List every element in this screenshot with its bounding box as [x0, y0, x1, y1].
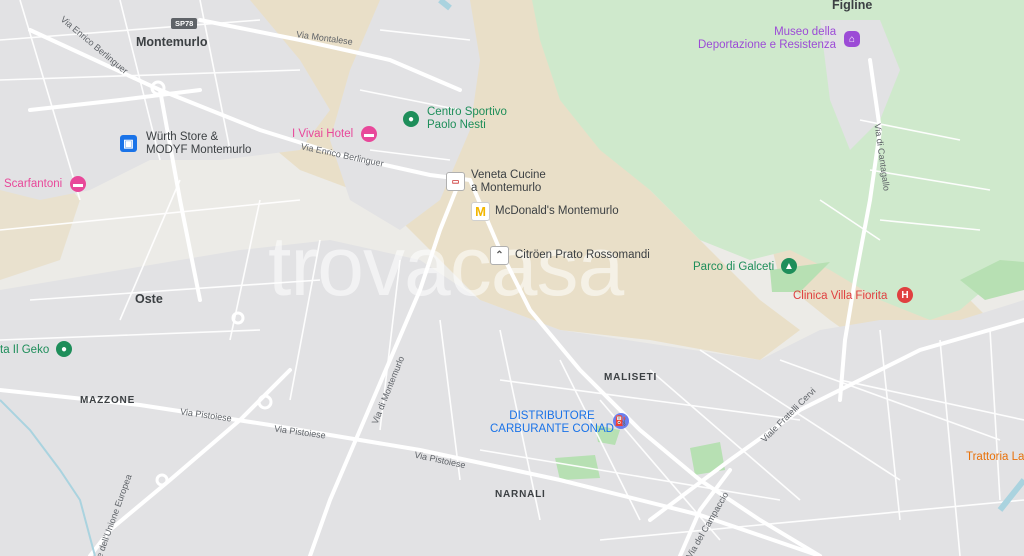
poi-label-parco-galceti[interactable]: Parco di Galceti: [693, 261, 774, 274]
fuel-icon[interactable]: ⛽: [613, 413, 629, 429]
hospital-icon[interactable]: H: [897, 287, 913, 303]
map-canvas[interactable]: trovacasa Figline Montemurlo Oste MAZZON…: [0, 0, 1024, 556]
poi-label-scarfantoni[interactable]: Scarfantoni: [4, 178, 62, 191]
place-label-figline[interactable]: Figline: [832, 0, 872, 12]
poi-label-centro-sportivo[interactable]: Centro Sportivo Paolo Nesti: [427, 106, 507, 132]
shopping-bag-icon[interactable]: ▣: [120, 135, 137, 152]
place-label-narnali[interactable]: NARNALI: [495, 489, 546, 501]
poi-label-museo[interactable]: Museo della Deportazione e Resistenza: [698, 26, 836, 52]
park-icon[interactable]: ●: [56, 341, 72, 357]
road-shield-sp78: SP78: [171, 18, 198, 29]
poi-label-trattoria[interactable]: Trattoria La: [966, 451, 1024, 464]
watermark: trovacasa: [268, 219, 624, 313]
tree-icon[interactable]: ▲: [781, 258, 797, 274]
place-label-maliseti[interactable]: MALISETI: [604, 372, 657, 384]
museum-icon[interactable]: ⌂: [844, 31, 860, 47]
place-label-montemurlo[interactable]: Montemurlo: [136, 35, 208, 49]
hotel-icon[interactable]: ▬: [361, 126, 377, 142]
place-label-oste[interactable]: Oste: [135, 292, 163, 306]
poi-label-geko[interactable]: ta Il Geko: [0, 344, 49, 357]
poi-label-veneta-cucine[interactable]: Veneta Cucine a Montemurlo: [471, 169, 546, 195]
park-icon[interactable]: ●: [403, 111, 419, 127]
poi-label-citroen[interactable]: Citröen Prato Rossomandi: [515, 249, 650, 262]
poi-label-vivai-hotel[interactable]: I Vivai Hotel: [292, 128, 353, 141]
bed-icon[interactable]: ▬: [70, 176, 86, 192]
poi-label-conad[interactable]: DISTRIBUTORE CARBURANTE CONAD: [490, 410, 614, 436]
citroen-logo-icon[interactable]: ⌃: [490, 246, 509, 265]
poi-label-mcdonalds[interactable]: McDonald's Montemurlo: [495, 205, 619, 218]
poi-label-clinica[interactable]: Clinica Villa Fiorita: [793, 290, 887, 303]
mcdonalds-logo-icon[interactable]: M: [471, 202, 490, 221]
place-label-mazzone[interactable]: MAZZONE: [80, 395, 135, 407]
poi-label-wurth[interactable]: Würth Store & MODYF Montemurlo: [146, 131, 251, 157]
store-logo-icon[interactable]: ▭: [446, 172, 465, 191]
